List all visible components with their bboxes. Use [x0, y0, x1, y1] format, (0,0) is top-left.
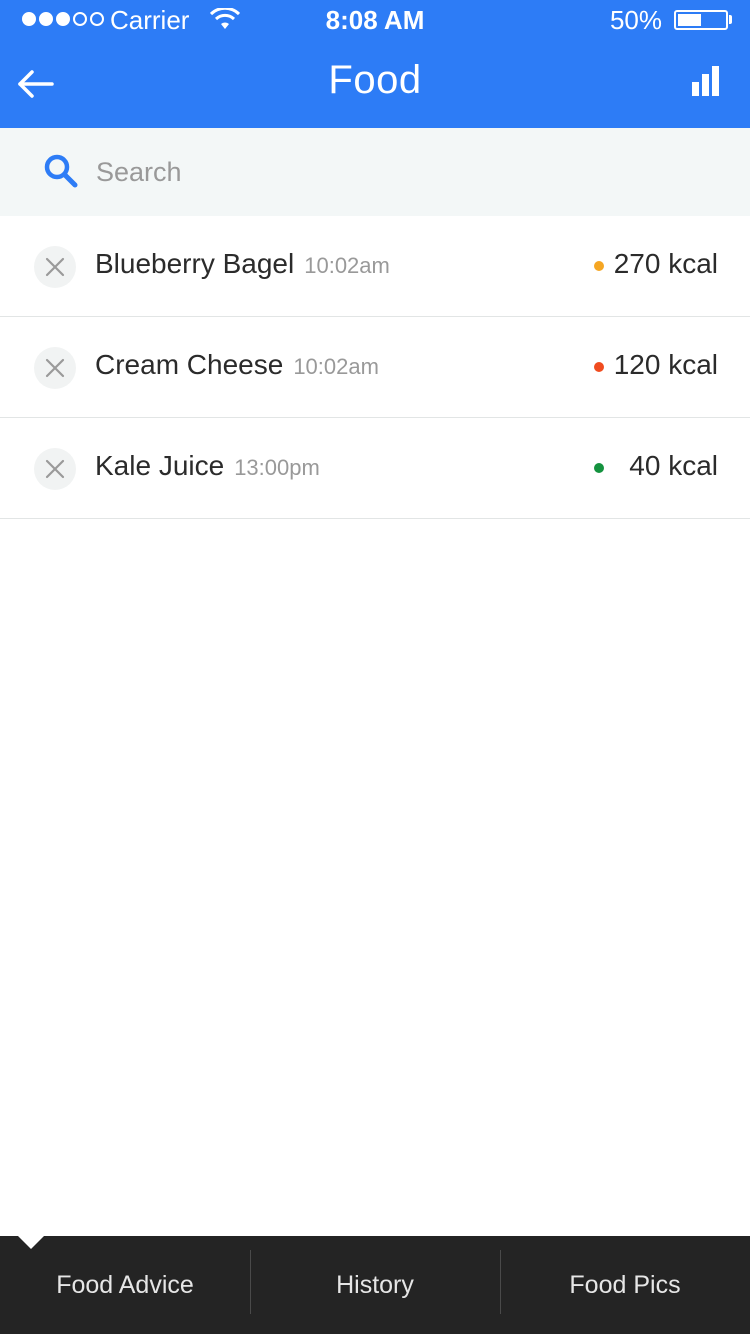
bar-chart-icon[interactable] [692, 66, 722, 98]
search-input[interactable] [96, 148, 696, 196]
tab-history[interactable]: History [250, 1236, 500, 1334]
food-item-name: Blueberry Bagel [95, 248, 295, 279]
battery-percent: 50% [609, 5, 662, 35]
tab-food-pics[interactable]: Food Pics [500, 1236, 750, 1334]
close-icon [45, 459, 65, 479]
food-item-time: 10:02am [304, 253, 390, 278]
close-icon [45, 257, 65, 277]
tab-divider [250, 1250, 251, 1314]
selected-tab-indicator [18, 1236, 44, 1249]
status-bar: Carrier 8:08 AM 50% [0, 0, 750, 40]
bottom-tab-bar: Food Advice History Food Pics [0, 1236, 750, 1334]
food-item-info: Kale Juice 13:00pm [95, 450, 320, 482]
food-item-info: Cream Cheese 10:02am [95, 349, 379, 381]
food-list: Blueberry Bagel 10:02am 270 kcal Cream Ch… [0, 216, 750, 519]
food-list-item[interactable]: Blueberry Bagel 10:02am 270 kcal [0, 216, 750, 317]
search-bar [0, 128, 750, 216]
food-item-calories: 40 kcal [629, 450, 718, 481]
food-item-calories: 120 kcal [613, 349, 718, 380]
tab-divider [500, 1250, 501, 1314]
food-list-item[interactable]: Cream Cheese 10:02am 120 kcal [0, 317, 750, 418]
remove-item-button[interactable] [34, 246, 76, 288]
food-item-info: Blueberry Bagel 10:02am [95, 248, 390, 280]
calorie-status-dot [594, 463, 604, 473]
food-item-calories: 270 kcal [613, 248, 718, 279]
search-icon [44, 154, 78, 188]
food-list-item[interactable]: Kale Juice 13:00pm 40 kcal [0, 418, 750, 519]
food-item-time: 13:00pm [234, 455, 320, 480]
battery-icon [674, 10, 728, 30]
food-item-time: 10:02am [293, 354, 379, 379]
app-header: Carrier 8:08 AM 50% Food [0, 0, 750, 128]
tab-food-advice[interactable]: Food Advice [0, 1236, 250, 1334]
page-title: Food [328, 58, 422, 102]
close-icon [45, 358, 65, 378]
calorie-status-dot [594, 261, 604, 271]
remove-item-button[interactable] [34, 347, 76, 389]
food-item-name: Kale Juice [95, 450, 225, 481]
food-item-name: Cream Cheese [95, 349, 284, 380]
calorie-status-dot [594, 362, 604, 372]
remove-item-button[interactable] [34, 448, 76, 490]
